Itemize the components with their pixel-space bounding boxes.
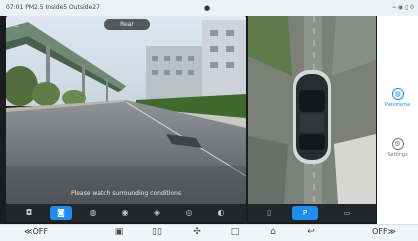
side-item-label: Settings: [387, 152, 408, 158]
rear-camera-view: [6, 16, 246, 204]
car-rear-view-icon[interactable]: ◙: [50, 206, 72, 220]
car-right-view-icon[interactable]: ◉: [114, 206, 136, 220]
panorama-icon: ◍: [391, 88, 404, 100]
side-item-settings[interactable]: ⚙ Settings: [377, 138, 418, 158]
door-icon[interactable]: ▯: [262, 206, 276, 220]
fan-icon[interactable]: ✣: [188, 226, 206, 238]
side-panel: [377, 16, 418, 224]
right-off-toggle[interactable]: OFF≫: [356, 226, 412, 238]
camera-icon[interactable]: ▭: [338, 206, 356, 220]
status-icons: ⌁ ◉ ▯ 0: [392, 4, 414, 11]
settings-icon: ⚙: [391, 138, 404, 150]
car-left-rear-view-icon[interactable]: ◎: [178, 206, 200, 220]
square-icon[interactable]: □: [226, 226, 244, 238]
rear-camera-image: [6, 16, 246, 204]
media-icon[interactable]: ▯▯: [148, 226, 166, 238]
home-icon[interactable]: ⌂: [264, 226, 282, 238]
car-top-view-icon[interactable]: ◈: [146, 206, 168, 220]
birds-eye-view: [248, 16, 376, 204]
car-3d-view-icon[interactable]: ◐: [210, 206, 232, 220]
radio-icon[interactable]: ▣: [110, 226, 128, 238]
circle-dot-icon: ●: [204, 4, 211, 12]
status-bar: 07:01 PM2.5 Inside5 Outside27 ● ⌁ ◉ ▯ 0: [0, 0, 418, 16]
back-icon[interactable]: ↩: [302, 226, 320, 238]
surroundings-notice: Please watch surrounding conditions: [70, 190, 182, 197]
side-item-panorama[interactable]: ◍ Panorama: [377, 88, 418, 108]
side-item-label: Panorama: [384, 102, 411, 108]
birds-eye-image: [248, 16, 376, 204]
left-off-toggle[interactable]: ≪OFF: [8, 226, 64, 238]
parking-icon[interactable]: P: [292, 206, 318, 220]
camera-corner-icon: ▯: [14, 19, 19, 28]
rear-view-label: Rear: [104, 19, 150, 30]
status-text: 07:01 PM2.5 Inside5 Outside27: [6, 4, 100, 11]
car-left-view-icon[interactable]: ◍: [82, 206, 104, 220]
car-front-view-icon[interactable]: ◘: [18, 206, 40, 220]
